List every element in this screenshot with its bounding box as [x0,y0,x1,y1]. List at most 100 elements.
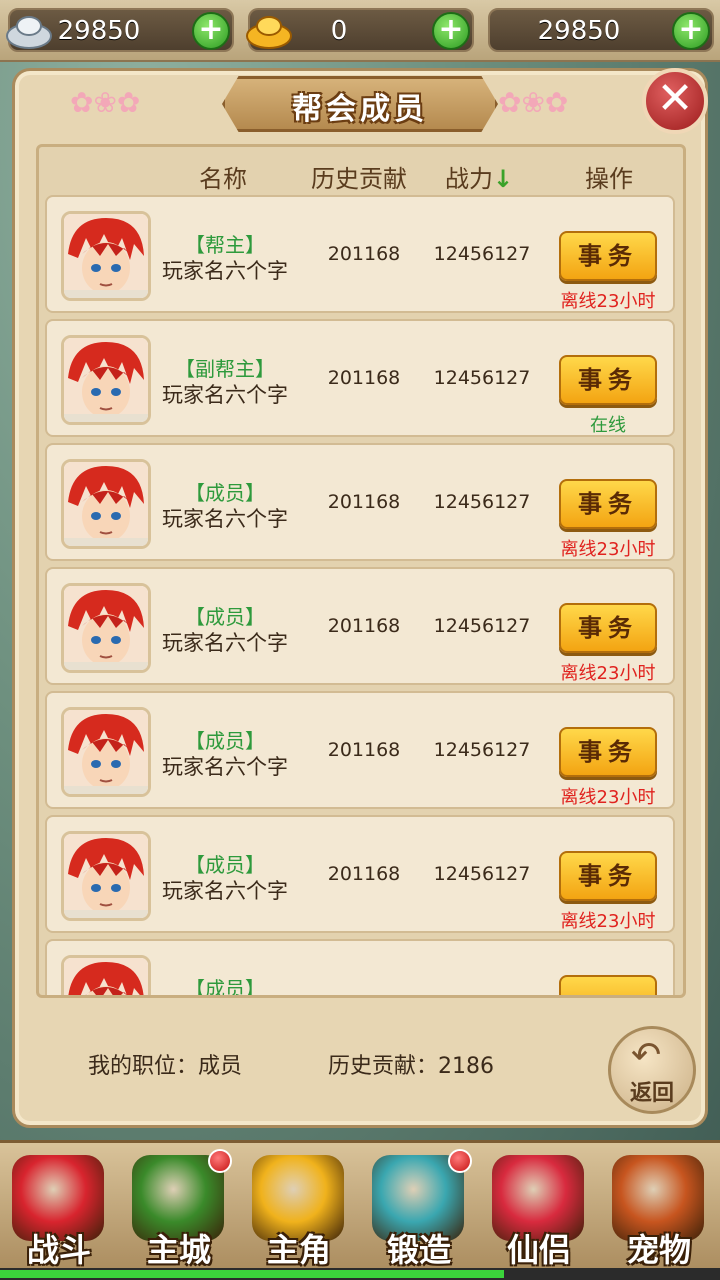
red-hair-hero-icon [64,586,148,670]
red-hair-hero-icon [64,834,148,918]
member-row[interactable]: 【帮主】 玩家名六个字 201168 12456127 事务 离线23小时 [45,195,675,313]
notification-badge-icon [208,1149,232,1173]
member-rank: 【副帮主】 [175,357,275,381]
header-power[interactable]: 战力↓ [445,159,513,194]
my-contribution: 历史贡献：2186 [328,1054,494,1079]
affairs-button[interactable]: 事务 [559,231,657,281]
nav-label: 宠物 [626,1231,691,1269]
member-status: 在线 [590,415,626,436]
member-contribution: 201168 [327,243,401,265]
third-currency: 29850 + [488,8,714,52]
nav-heart[interactable]: 仙侣 [480,1147,598,1271]
member-contribution: 201168 [327,615,401,637]
member-contribution: 201168 [327,739,401,761]
notification-badge-icon [448,1149,472,1173]
avatar[interactable] [61,955,151,995]
member-row[interactable]: 【成员】 玩家名六个字 201168 12456127 事务 离线23小时 [45,567,675,685]
affairs-button[interactable] [559,975,657,995]
member-rank: 【帮主】 [185,233,265,257]
silver-value: 29850 [57,16,141,46]
member-table: 名称 历史贡献 战力↓ 操作 【帮主】 玩家名六个字 201168 124561… [36,144,686,998]
affairs-button[interactable]: 事务 [559,479,657,529]
member-power: 12456127 [433,615,531,637]
member-status: 离线23小时 [560,291,656,312]
gold-value: 0 [330,16,348,46]
back-label: 返回 [629,1081,674,1106]
sort-down-arrow-icon: ↓ [493,165,514,193]
member-status: 离线23小时 [560,787,656,808]
member-power: 12456127 [433,367,531,389]
nav-battle[interactable]: 战斗 [0,1147,118,1271]
currency-bar: 29850 + 0 + 29850 + [0,0,720,62]
header-name: 名称 [199,165,247,193]
member-status: 离线23小时 [560,539,656,560]
member-row[interactable]: 【成员】 玩家名六个字 201168 12456127 事务 离线23小时 [45,691,675,809]
avatar[interactable] [61,831,151,921]
affairs-button[interactable]: 事务 [559,851,657,901]
red-hair-hero-icon [64,214,148,298]
nav-city[interactable]: 主城 [120,1147,238,1271]
blossom-decoration: ✿❀✿ [70,86,141,119]
member-row[interactable]: 【成员】 玩家名六个字 201168 12456127 事务 离线23小时 [45,443,675,561]
affairs-button[interactable]: 事务 [559,603,657,653]
bottom-nav: 战斗 主城 主角 锻造 仙侣 宠物 [0,1140,720,1280]
nav-label: 仙侣 [506,1231,571,1269]
member-status: 离线23小时 [560,663,656,684]
member-rank: 【成员】 [185,605,265,629]
back-button[interactable]: ↶ 返回 [608,1026,696,1114]
red-hair-hero-icon [64,338,148,422]
red-hair-hero-icon [64,462,148,546]
member-contribution: 201168 [327,367,401,389]
member-name: 玩家名六个字 [162,879,288,903]
member-power: 12456127 [433,739,531,761]
affairs-button[interactable]: 事务 [559,355,657,405]
nav-label: 主城 [146,1231,211,1269]
nav-label: 主角 [266,1231,331,1269]
avatar[interactable] [61,459,151,549]
member-row[interactable]: 【成员】 [45,939,675,995]
nav-label: 锻造 [386,1231,451,1269]
silver-currency: 29850 + [6,8,234,52]
avatar[interactable] [61,211,151,301]
avatar[interactable] [61,335,151,425]
header-action: 操作 [585,165,633,193]
add-third-button[interactable]: + [672,12,710,50]
avatar[interactable] [61,583,151,673]
member-name: 玩家名六个字 [162,383,288,407]
member-contribution: 201168 [327,491,401,513]
gold-currency: 0 + [246,8,474,52]
my-position: 我的职位：成员 [88,1054,243,1079]
member-rank: 【成员】 [185,481,265,505]
add-silver-button[interactable]: + [192,12,230,50]
nav-progress-bar [0,1268,720,1280]
panel-title: 帮会成员 [292,92,428,127]
member-name: 玩家名六个字 [162,507,288,531]
member-name: 玩家名六个字 [162,755,288,779]
member-rank: 【成员】 [185,853,265,877]
member-row[interactable]: 【副帮主】 玩家名六个字 201168 12456127 事务 在线 [45,319,675,437]
affairs-button[interactable]: 事务 [559,727,657,777]
red-hair-hero-icon [64,958,148,995]
avatar[interactable] [61,707,151,797]
nav-forge-hammer[interactable]: 锻造 [360,1147,478,1271]
close-button[interactable]: ✕ [642,68,708,134]
header-power-label: 战力 [445,165,493,193]
member-name: 玩家名六个字 [162,259,288,283]
member-power: 12456127 [433,491,531,513]
back-arrow-icon: ↶ [631,1035,662,1076]
member-power: 12456127 [433,863,531,885]
member-row[interactable]: 【成员】 玩家名六个字 201168 12456127 事务 离线23小时 [45,815,675,933]
nav-label: 战斗 [26,1231,91,1269]
nav-monkey-pet[interactable]: 宠物 [600,1147,718,1271]
member-rank: 【成员】 [185,977,265,995]
nav-progress-fill [0,1270,504,1278]
header-contribution: 历史贡献 [311,165,407,193]
add-gold-button[interactable]: + [432,12,470,50]
member-list[interactable]: 【帮主】 玩家名六个字 201168 12456127 事务 离线23小时 【副… [45,195,675,995]
member-contribution: 201168 [327,863,401,885]
blossom-decoration: ✿❀✿ [498,86,569,119]
third-value: 29850 [537,16,621,46]
nav-hero[interactable]: 主角 [240,1147,358,1271]
member-name: 玩家名六个字 [162,631,288,655]
member-power: 12456127 [433,243,531,265]
